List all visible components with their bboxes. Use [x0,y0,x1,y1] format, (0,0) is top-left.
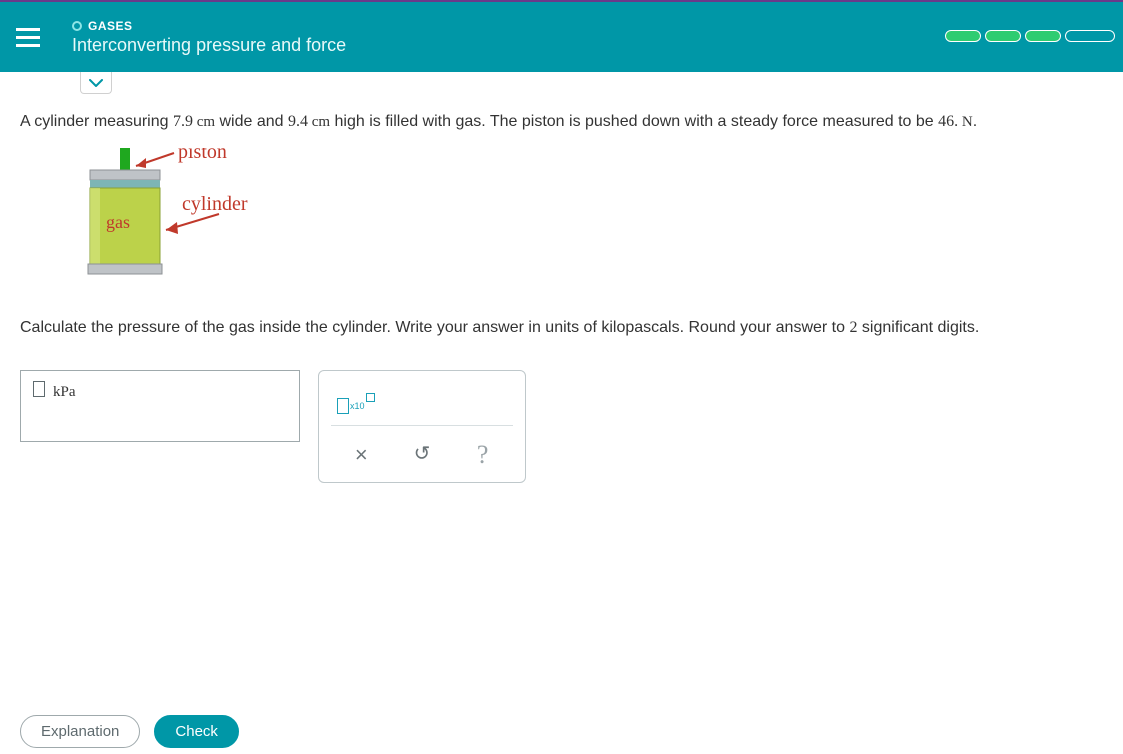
chevron-down-icon [89,79,103,87]
answer-row: kPa x10 × ↺ ? [20,370,1103,483]
sci-x10-label: x10 [350,400,365,414]
help-button[interactable]: ? [452,436,513,472]
category-dot-icon [72,21,82,31]
category-label: GASES [72,19,346,33]
sci-exponent-icon [366,393,375,402]
cylinder-label: cylinder [182,193,248,215]
app-header: GASES Interconverting pressure and force [0,0,1123,72]
undo-icon: ↺ [414,439,431,469]
answer-input-box[interactable]: kPa [20,370,300,442]
progress-segment [1065,30,1115,42]
gas-label: gas [106,212,130,232]
sci-base-icon [337,398,349,414]
dropdown-toggle[interactable] [80,72,112,94]
footer-bar: Explanation Check [0,708,1123,754]
question-icon: ? [477,435,489,474]
answer-unit-label: kPa [53,381,76,404]
progress-segment [1025,30,1061,42]
answer-placeholder-icon [33,381,45,397]
piston-label: piston [178,148,227,163]
content-area: A cylinder measuring 7.9 cm wide and 9.4… [0,72,1123,483]
close-icon: × [355,438,368,471]
scientific-notation-button[interactable]: x10 [337,393,375,414]
cylinder-diagram: gas piston cylinder [74,148,294,288]
menu-icon[interactable] [16,23,44,51]
math-tools-panel: x10 × ↺ ? [318,370,526,483]
instruction-text: Calculate the pressure of the gas inside… [20,316,1103,340]
progress-segment [945,30,981,42]
progress-indicator [945,30,1115,42]
page-title: Interconverting pressure and force [72,35,346,56]
progress-segment [985,30,1021,42]
category-text: GASES [88,19,133,33]
explanation-button[interactable]: Explanation [20,715,140,748]
header-titles: GASES Interconverting pressure and force [72,19,346,56]
check-button[interactable]: Check [154,715,239,748]
problem-statement: A cylinder measuring 7.9 cm wide and 9.4… [20,110,1103,134]
reset-button[interactable]: ↺ [392,436,453,472]
clear-button[interactable]: × [331,436,392,472]
